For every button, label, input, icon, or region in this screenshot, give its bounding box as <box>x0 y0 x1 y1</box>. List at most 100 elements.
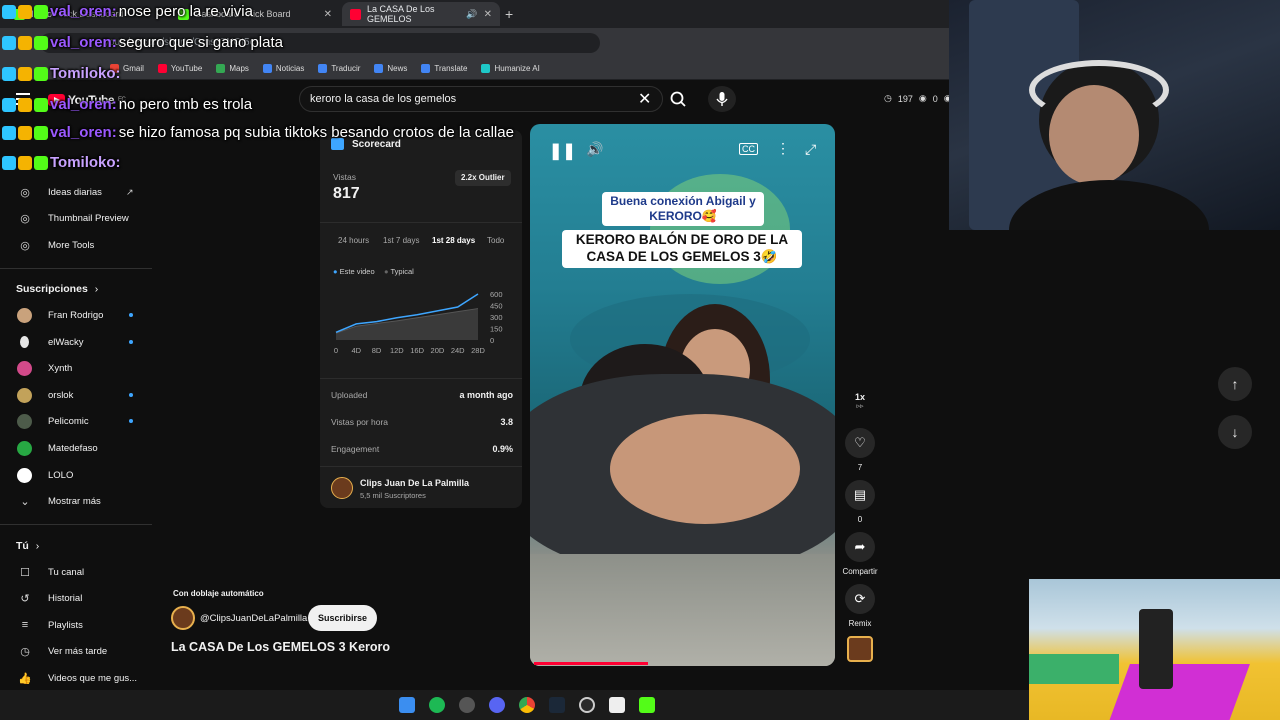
steam-icon[interactable] <box>549 697 565 713</box>
dubbing-label: Con doblaje automático <box>173 589 264 598</box>
chat-message: val_oren: seguro que si gano plata <box>2 34 283 51</box>
range-tab-all[interactable]: Todo <box>487 236 504 245</box>
subscriptions-heading[interactable]: Suscripciones › <box>16 283 98 295</box>
bookmark-translate[interactable]: Translate <box>421 64 467 73</box>
sidebar-item-more-tools[interactable]: ◎ More Tools <box>0 232 152 258</box>
sidebar-item-historial[interactable]: ↺ Historial <box>0 585 152 611</box>
app-icon[interactable] <box>579 697 595 713</box>
range-tab-28d[interactable]: 1st 28 days <box>432 236 475 245</box>
x-tick-label: 24D <box>451 346 465 355</box>
clear-search-icon[interactable]: ✕ <box>638 89 651 109</box>
crown-icon <box>18 155 32 170</box>
share-icon: ➦ <box>845 532 875 562</box>
close-tab-icon[interactable]: ✕ <box>324 9 332 20</box>
vph-label: Vistas por hora <box>331 417 389 427</box>
channel-handle[interactable]: @ClipsJuanDeLaPalmilla <box>200 613 307 624</box>
youtube-icon <box>350 8 361 20</box>
bookmark-noticias[interactable]: Noticias <box>262 64 304 73</box>
new-content-dot <box>129 419 133 423</box>
clock-icon: ◷ <box>20 645 30 658</box>
previous-short-button[interactable]: ↑ <box>1218 367 1252 401</box>
show-more-button[interactable]: ⌄ Mostrar más <box>0 488 152 514</box>
chrome-icon[interactable] <box>519 697 535 713</box>
sidebar-subscription[interactable]: Fran Rodrigo <box>0 302 152 328</box>
like-button[interactable]: ♡ 7 <box>844 428 876 472</box>
discord-icon[interactable] <box>489 697 505 713</box>
badge-icon <box>2 125 16 140</box>
sidebar-item-playlists[interactable]: ≡ Playlists <box>0 612 152 638</box>
bookmark-traducir[interactable]: Traducir <box>318 64 360 73</box>
views-chart: 0 4D 8D 12D 16D 20D 24D 28D 600 450 300 150 0 <box>334 290 503 355</box>
kick-icon[interactable] <box>639 697 655 713</box>
browser-tab-active[interactable]: La CASA De Los GEMELOS 🔊 ✕ <box>342 2 500 26</box>
y-tick-label: 300 <box>490 313 503 322</box>
x-tick-label: 16D <box>410 346 424 355</box>
x-tick-label: 20D <box>431 346 445 355</box>
chat-username: val_oren: <box>50 124 117 141</box>
sidebar-item-ideas-diarias[interactable]: ◎ Ideas diarias ↗ <box>0 179 152 205</box>
share-button[interactable]: ➦ Compartir <box>838 532 882 576</box>
chat-text: se hizo famosa pq subia tiktoks besando … <box>118 124 514 141</box>
more-options-icon[interactable]: ⋮ <box>776 140 790 157</box>
chat-username: Tomiloko: <box>50 154 121 171</box>
y-tick-label: 450 <box>490 302 503 311</box>
sidebar-subscription[interactable]: Pelicomic <box>0 408 152 434</box>
volume-icon[interactable]: 🔊 <box>586 141 603 158</box>
video-progress-bar[interactable] <box>534 662 649 665</box>
channel-avatar[interactable] <box>171 606 195 630</box>
fullscreen-icon[interactable]: ⤢ <box>805 141 816 158</box>
sidebar-subscription[interactable]: Xynth <box>0 355 152 381</box>
bookmark-news[interactable]: News <box>374 64 407 73</box>
app-icon[interactable] <box>609 697 625 713</box>
windows-start-icon[interactable] <box>399 697 415 713</box>
close-tab-icon[interactable]: ✕ <box>484 9 492 20</box>
image-icon: ◎ <box>20 212 30 225</box>
range-tab-7d[interactable]: 1st 7 days <box>383 236 419 245</box>
sidebar-item-tu-canal[interactable]: ☐ Tu canal <box>0 559 152 585</box>
ramp-shape <box>1029 654 1119 684</box>
arrow-down-icon: ↓ <box>1231 424 1239 440</box>
pause-icon[interactable]: ❚❚ <box>549 141 576 161</box>
bookmark-youtube[interactable]: YouTube <box>157 64 202 73</box>
sidebar-subscription[interactable]: LOLO <box>0 462 152 488</box>
badge-icon <box>2 155 16 170</box>
playback-speed-button[interactable]: 1x ▹▹ <box>844 392 876 410</box>
scorecard-channel-name[interactable]: Clips Juan De La Palmilla <box>360 478 469 488</box>
track-shape <box>1108 664 1250 720</box>
crown-icon <box>18 125 32 140</box>
video-title[interactable]: La CASA De Los GEMELOS 3 Keroro <box>171 640 390 654</box>
chat-message: val_oren: se hizo famosa pq subia tiktoks… <box>2 124 514 141</box>
bookmark-maps[interactable]: Maps <box>216 64 249 73</box>
range-tab-24h[interactable]: 24 hours <box>338 236 369 245</box>
search-input[interactable]: keroro la casa de los gemelos <box>299 86 663 112</box>
channel-thumbnail[interactable] <box>847 636 873 662</box>
legend-este-video: ● Este video <box>333 267 375 276</box>
search-button[interactable] <box>664 86 694 112</box>
captions-icon[interactable]: CC <box>739 143 758 155</box>
you-heading[interactable]: Tú › <box>16 540 39 552</box>
comments-button[interactable]: ▤ 0 <box>844 480 876 524</box>
spotify-icon[interactable] <box>429 697 445 713</box>
remix-button[interactable]: ⟳ Remix <box>844 584 876 628</box>
sidebar-subscription[interactable]: Matedefaso <box>0 435 152 461</box>
sidebar-item-ver-mas-tarde[interactable]: ◷ Ver más tarde <box>0 638 152 664</box>
crown-icon <box>18 4 32 19</box>
new-tab-button[interactable]: + <box>505 6 513 22</box>
sidebar-item-liked-videos[interactable]: 👍 Videos que me gus... <box>0 665 152 691</box>
badge-icon <box>2 35 16 50</box>
thumb-up-icon: 👍 <box>18 672 32 685</box>
obs-icon[interactable] <box>459 697 475 713</box>
clock-icon: ◷ <box>884 93 892 103</box>
bookmark-humanize-ai[interactable]: Humanize AI <box>481 64 540 73</box>
channel-avatar[interactable] <box>331 477 353 499</box>
voice-search-button[interactable] <box>708 86 736 112</box>
next-short-button[interactable]: ↓ <box>1218 415 1252 449</box>
sidebar-subscription[interactable]: elWacky <box>0 329 152 355</box>
chevron-right-icon: › <box>94 283 99 295</box>
chevron-down-icon: ⌄ <box>20 495 30 508</box>
speaker-icon[interactable]: 🔊 <box>466 9 477 20</box>
sidebar-subscription[interactable]: orslok <box>0 382 152 408</box>
subscribe-button[interactable]: Suscribirse <box>308 605 377 631</box>
kick-badge-icon <box>34 4 48 19</box>
sidebar-item-thumbnail-preview[interactable]: ◎ Thumbnail Preview <box>0 205 152 231</box>
